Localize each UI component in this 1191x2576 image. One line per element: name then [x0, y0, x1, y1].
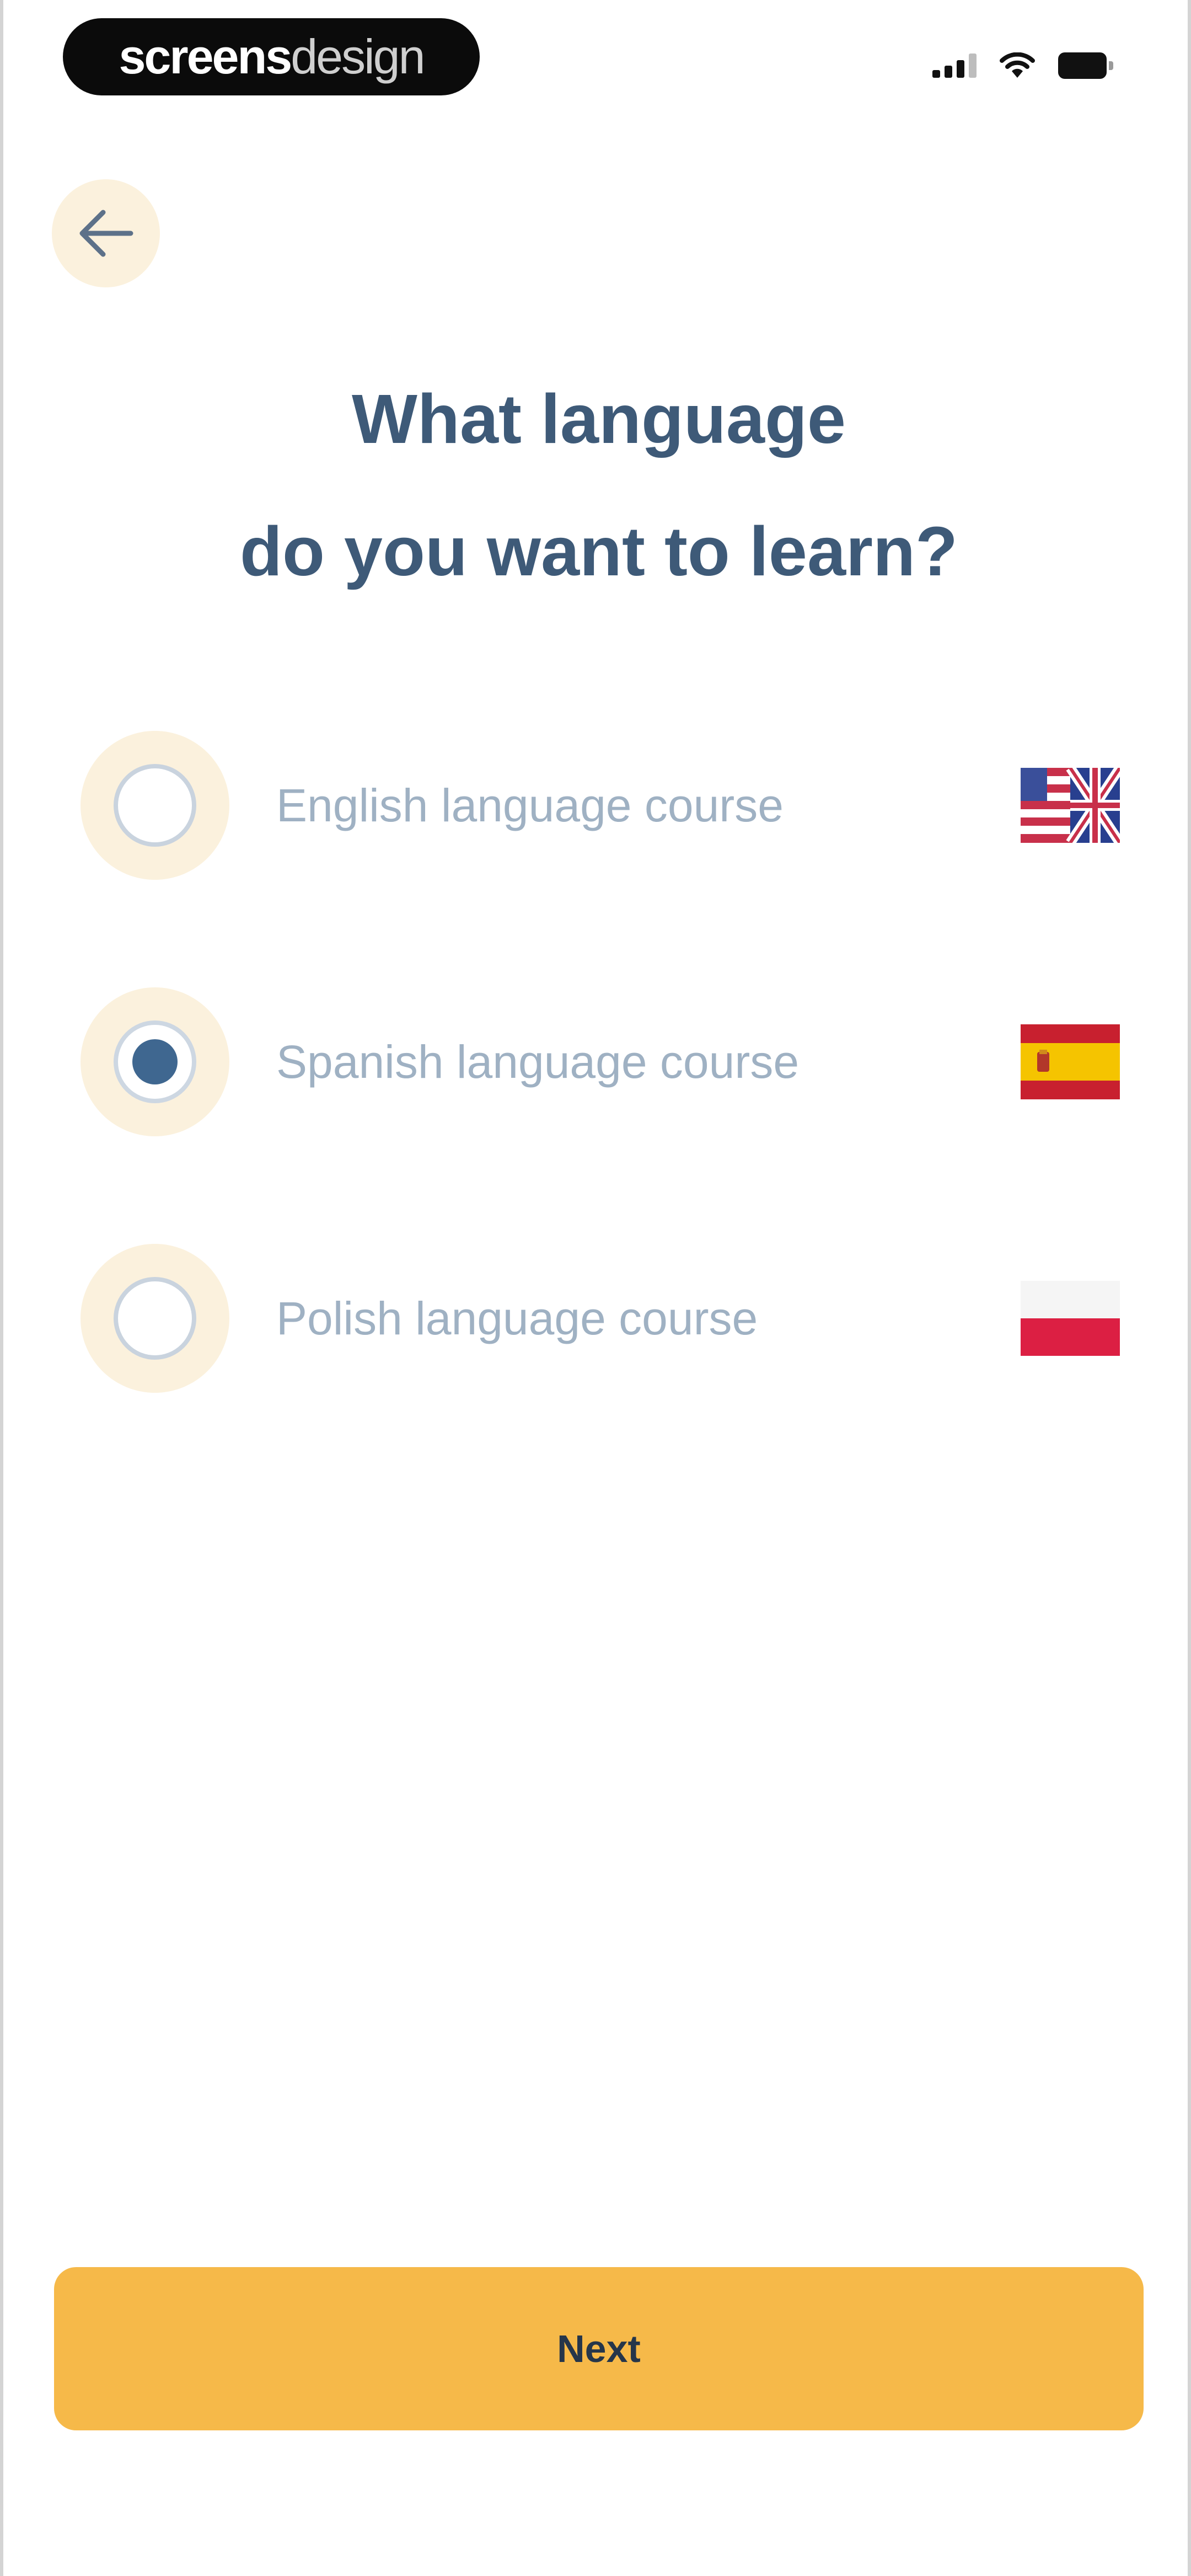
option-label-spanish: Spanish language course [276, 1036, 800, 1088]
option-label-polish: Polish language course [276, 1292, 758, 1344]
flag-us-uk-icon [1021, 768, 1120, 843]
cellular-signal-icon [932, 54, 977, 78]
battery-icon [1058, 52, 1113, 79]
next-button[interactable]: Next [54, 2267, 1144, 2430]
option-english-course[interactable]: English language course [81, 731, 1128, 880]
radio-polish[interactable] [114, 1277, 196, 1360]
option-label-english: English language course [276, 779, 784, 831]
flag-spain-icon [1021, 1024, 1120, 1099]
wifi-icon [1000, 52, 1035, 79]
brand-logo: screensdesign [63, 18, 480, 95]
page-title: What language do you want to learn? [3, 353, 1191, 618]
option-spanish-course[interactable]: Spanish language course [81, 987, 1128, 1136]
arrow-left-icon [79, 210, 133, 257]
radio-english[interactable] [114, 764, 196, 847]
status-icons [932, 52, 1113, 79]
flag-poland-icon [1021, 1281, 1120, 1356]
next-button-label: Next [557, 2327, 641, 2370]
option-polish-course[interactable]: Polish language course [81, 1244, 1128, 1393]
page-title-line-2: do you want to learn? [239, 512, 958, 590]
app-screen: screensdesign What language do you want … [0, 0, 1191, 2576]
brand-logo-light: design [291, 29, 425, 84]
page-title-line-1: What language [351, 380, 846, 458]
radio-spanish-selected[interactable] [114, 1020, 196, 1103]
back-button[interactable] [52, 179, 160, 287]
brand-logo-text: screensdesign [119, 33, 425, 81]
brand-logo-bold: screens [119, 29, 292, 84]
